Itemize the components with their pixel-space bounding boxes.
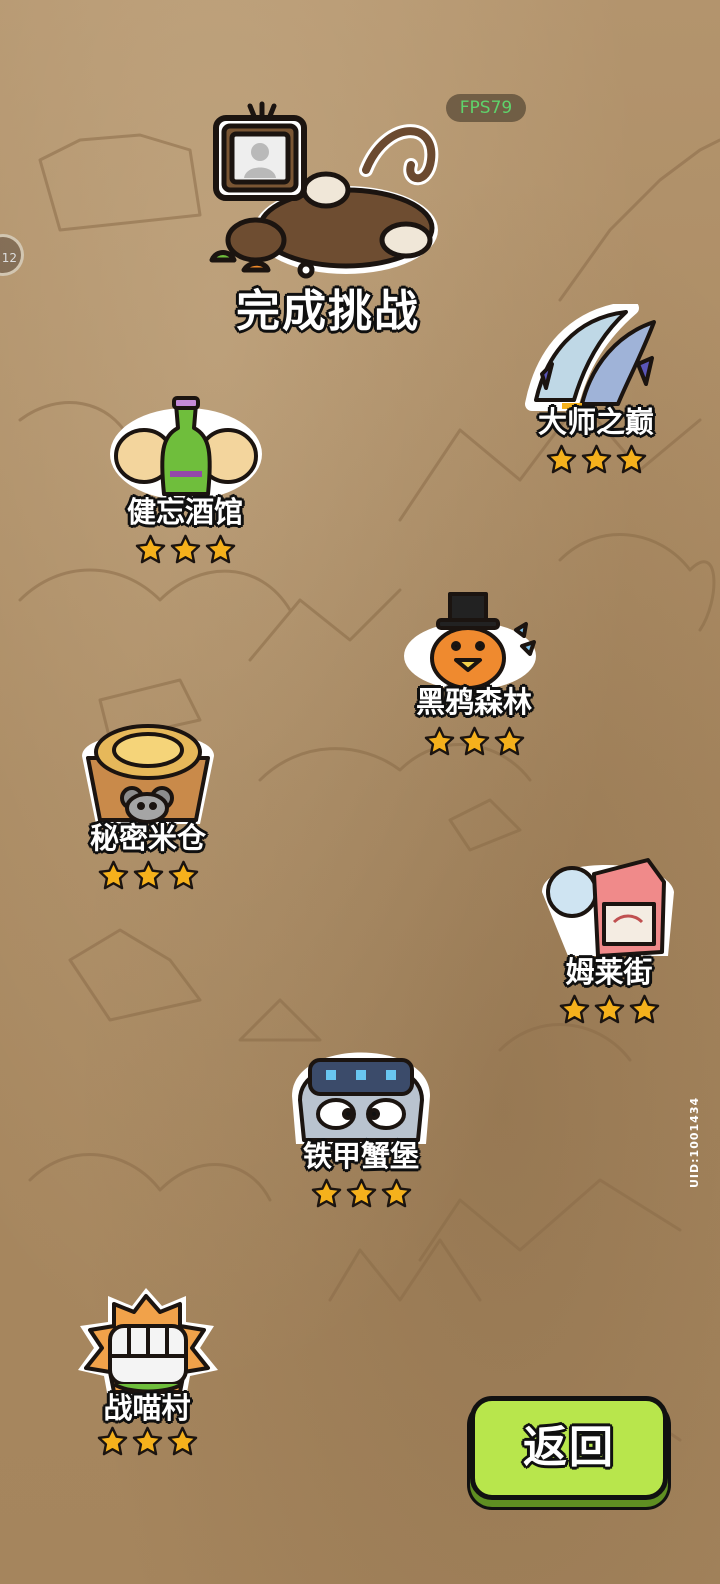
stage-name: 姆莱街	[565, 955, 653, 989]
robot-crab-icon	[292, 1052, 430, 1144]
star-icon	[168, 860, 198, 890]
star-icon	[381, 1178, 411, 1208]
fist-burst-icon	[78, 1288, 218, 1398]
star-icon	[132, 1426, 162, 1456]
top-hat-chick-icon	[404, 592, 536, 690]
stage-node-forgetful-tavern[interactable]: 健忘酒馆	[102, 394, 268, 570]
star-rating	[534, 994, 684, 1025]
star-rating	[390, 726, 558, 757]
star-icon	[170, 534, 200, 564]
crossed-blades-icon	[525, 304, 656, 411]
star-rating	[68, 860, 228, 891]
star-icon	[135, 534, 165, 564]
star-icon	[97, 1426, 127, 1456]
star-icon	[559, 994, 589, 1024]
star-rating	[276, 1178, 446, 1209]
star-icon	[424, 726, 454, 756]
stage-node-iron-crab-fortress[interactable]: 铁甲蟹堡	[276, 1036, 446, 1212]
star-icon	[98, 860, 128, 890]
stage-node-black-crow-forest[interactable]: 黑鸦森林	[390, 590, 558, 766]
milk-carton-icon	[542, 858, 674, 958]
stage-node-war-meow-village[interactable]: 战喵村	[72, 1286, 222, 1462]
star-icon	[629, 994, 659, 1024]
star-icon	[167, 1426, 197, 1456]
star-icon	[133, 860, 163, 890]
stage-node-mulai-street[interactable]: 姆莱街	[534, 852, 684, 1028]
star-icon	[581, 444, 611, 474]
star-rating	[102, 534, 268, 565]
stage-name: 战喵村	[103, 1391, 191, 1425]
star-icon	[311, 1178, 341, 1208]
monkey-mascot-icon	[209, 101, 439, 279]
star-icon	[494, 726, 524, 756]
granary-mouse-icon	[82, 724, 214, 824]
stage-name: 秘密米仓	[89, 821, 206, 855]
star-icon	[594, 994, 624, 1024]
stage-node-master-peak[interactable]: 大师之巅	[508, 304, 684, 480]
bottle-cloud-icon	[110, 396, 262, 500]
world-map-screen: FPS79 12 UID:1001434 完成挑战 大师之巅 健忘酒馆 黑鸦森林…	[0, 0, 720, 1584]
star-icon	[459, 726, 489, 756]
challenge-complete-title: 完成挑战	[236, 286, 420, 337]
stage-name: 铁甲蟹堡	[302, 1139, 419, 1173]
star-icon	[346, 1178, 376, 1208]
back-button[interactable]: 返回	[470, 1396, 668, 1500]
stage-name: 黑鸦森林	[415, 685, 532, 719]
stage-name: 健忘酒馆	[126, 495, 243, 529]
back-button-label: 返回	[523, 1422, 615, 1473]
stage-name: 大师之巅	[537, 405, 654, 439]
star-rating	[72, 1426, 222, 1457]
star-icon	[546, 444, 576, 474]
star-icon	[205, 534, 235, 564]
star-rating	[508, 444, 684, 475]
stage-node-secret-granary[interactable]: 秘密米仓	[68, 716, 228, 892]
uid-label: UID:1001434	[688, 1096, 701, 1188]
star-icon	[616, 444, 646, 474]
